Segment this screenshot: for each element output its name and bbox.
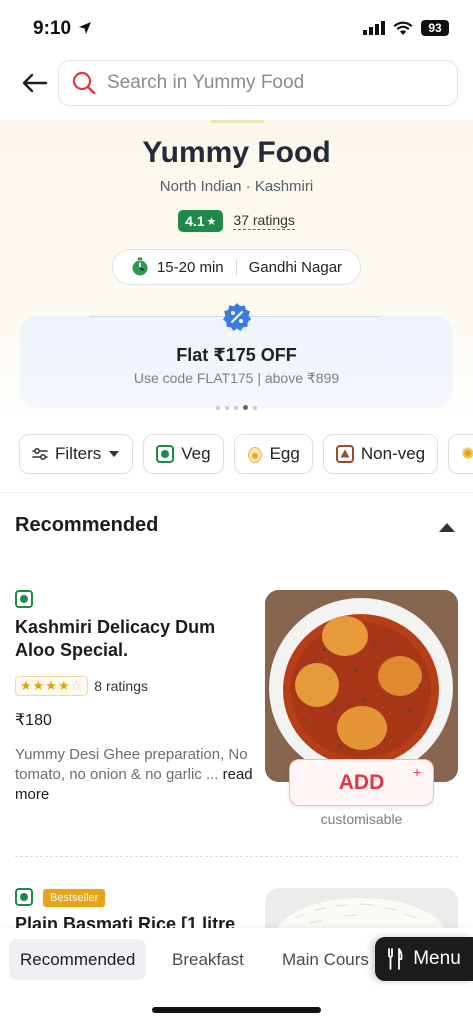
- back-button[interactable]: [18, 68, 52, 98]
- search-input[interactable]: [107, 72, 427, 94]
- dum-aloo-photo: [265, 590, 458, 782]
- rating-row: 4.1 ★ 37 ratings: [0, 210, 473, 232]
- star-icon: ★: [206, 215, 217, 228]
- back-arrow-icon: [22, 73, 48, 93]
- veg-icon: [156, 445, 175, 463]
- menu-label: Menu: [413, 948, 461, 969]
- nonveg-filter-chip[interactable]: Non-veg: [322, 434, 439, 474]
- veg-indicator-icon: [15, 590, 33, 608]
- ratings-count-link[interactable]: 37 ratings: [233, 212, 295, 230]
- item-description: Yummy Desi Ghee preparation, No tomato, …: [15, 745, 260, 805]
- carousel-dot[interactable]: [253, 405, 257, 410]
- status-time: 9:10: [33, 18, 72, 39]
- timer-icon: [132, 257, 148, 276]
- nonveg-label: Non-veg: [360, 444, 426, 463]
- item-name[interactable]: Kashmiri Delicacy Dum Aloo Special.: [15, 616, 255, 662]
- restaurant-header: Yummy Food North Indian · Kashmiri 4.1 ★…: [0, 120, 473, 420]
- rating-badge[interactable]: 4.1 ★: [178, 210, 224, 232]
- nonveg-icon: [335, 445, 354, 463]
- item-ratings-count: 8 ratings: [94, 678, 148, 694]
- carousel-dot-active[interactable]: [243, 405, 248, 410]
- menu-button[interactable]: Menu: [375, 937, 473, 981]
- filter-chips: Filters Veg Egg Non-veg ✺ T: [19, 434, 473, 474]
- discount-badge-icon: [223, 303, 251, 331]
- item-stars: ★★★★☆: [15, 676, 89, 696]
- sliders-icon: [32, 448, 48, 460]
- veg-label: Veg: [181, 444, 211, 463]
- status-icons: 93: [363, 20, 449, 36]
- sun-icon: ✺: [461, 446, 473, 463]
- section-title[interactable]: Recommended: [15, 514, 158, 537]
- item-price: ₹180: [15, 712, 52, 729]
- restaurant-location: Gandhi Nagar: [248, 258, 343, 276]
- caret-down-icon: [109, 451, 120, 457]
- carousel-dot[interactable]: [234, 405, 238, 410]
- carousel-dots: [0, 405, 473, 410]
- veg-indicator-icon: [15, 888, 33, 906]
- wifi-icon: [393, 21, 413, 35]
- offer-subtitle: Use code FLAT175 | above ₹899: [133, 370, 340, 386]
- delivery-time: 15-20 min: [156, 258, 224, 276]
- tab-breakfast[interactable]: Breakfast: [172, 939, 244, 980]
- status-bar: 9:10 93: [0, 0, 473, 58]
- add-plus-icon: +: [413, 764, 422, 780]
- location-arrow-icon: [79, 22, 91, 34]
- egg-label: Egg: [269, 444, 300, 463]
- offer-title: Flat ₹175 OFF: [176, 345, 297, 365]
- cutlery-icon: [388, 948, 403, 970]
- restaurant-cuisine: North Indian · Kashmiri: [159, 178, 314, 195]
- search-icon: [71, 70, 97, 96]
- egg-filter-chip[interactable]: Egg: [233, 434, 313, 474]
- rating-value: 4.1: [185, 213, 205, 229]
- delivery-info-pill[interactable]: 15-20 min Gandhi Nagar: [112, 249, 361, 285]
- home-indicator: [152, 1007, 321, 1013]
- filters-button[interactable]: Filters: [19, 434, 134, 474]
- item-rating-row: ★★★★☆ 8 ratings: [15, 676, 148, 696]
- item-image[interactable]: [265, 590, 458, 782]
- veg-filter-chip[interactable]: Veg: [143, 434, 224, 474]
- item-description-text: Yummy Desi Ghee preparation, No tomato, …: [15, 746, 248, 783]
- battery-indicator: 93: [421, 20, 449, 36]
- search-box[interactable]: [58, 60, 458, 106]
- restaurant-name: Yummy Food: [142, 136, 331, 169]
- carousel-dot[interactable]: [216, 405, 220, 410]
- item-divider: [15, 856, 458, 857]
- top-bar: [0, 58, 473, 120]
- tab-recommended[interactable]: Recommended: [9, 939, 147, 980]
- filters-label: Filters: [55, 444, 102, 463]
- customisable-label: customisable: [320, 811, 403, 827]
- signal-icon: [363, 21, 385, 35]
- pill-separator: [235, 259, 237, 275]
- header-accent-line: [210, 120, 264, 123]
- collapse-caret-icon[interactable]: [438, 520, 456, 534]
- more-filter-chip[interactable]: ✺ T: [448, 434, 473, 474]
- tab-main-course[interactable]: Main Cours: [282, 939, 369, 980]
- bestseller-badge: Bestseller: [43, 889, 106, 907]
- section-divider: [0, 492, 473, 493]
- carousel-dot[interactable]: [225, 405, 229, 410]
- egg-icon: [247, 447, 262, 463]
